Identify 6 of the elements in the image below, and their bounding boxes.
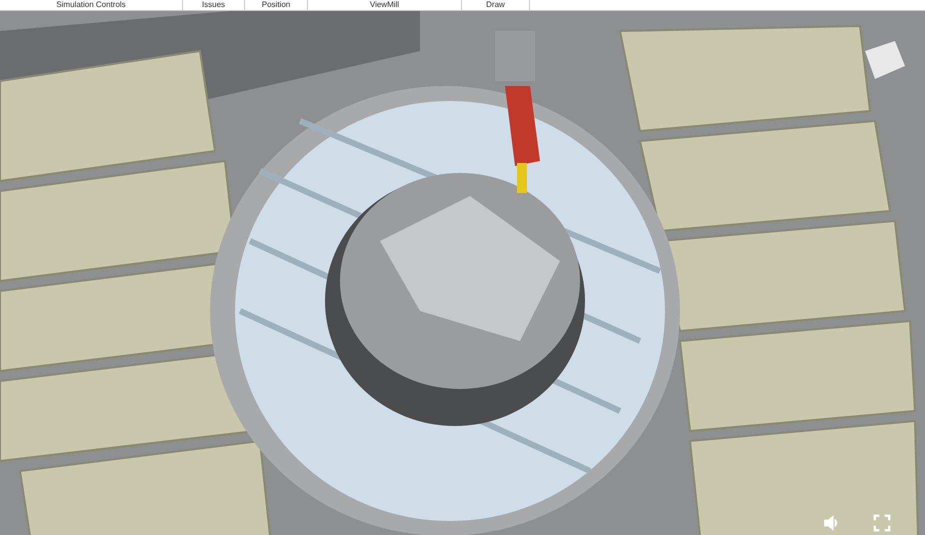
ribbon-group-label[interactable]: Issues [183,0,245,10]
ribbon-group-label[interactable]: Simulation Controls [0,0,183,10]
ribbon-group-label[interactable]: Position [245,0,308,10]
ribbon-group-label[interactable]: ViewMill [308,0,462,10]
ribbon-group-label[interactable]: Draw [462,0,530,10]
fullscreen-icon[interactable] [873,514,891,532]
